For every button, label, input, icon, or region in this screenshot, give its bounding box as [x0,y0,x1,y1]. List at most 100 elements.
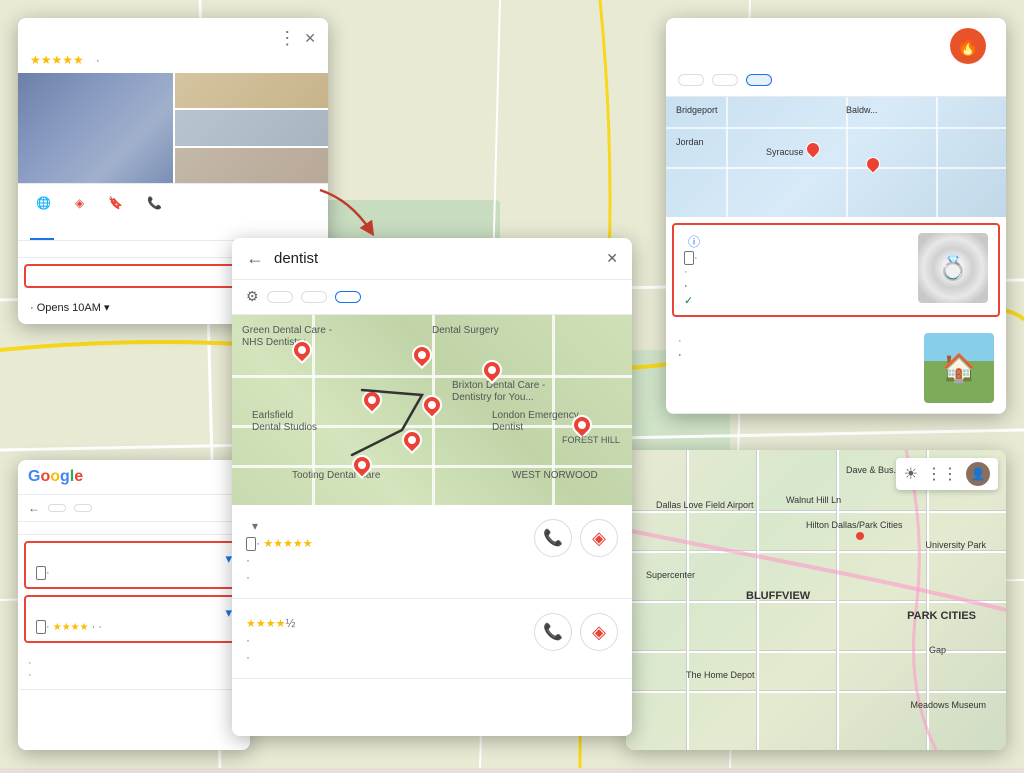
dentist-search-input[interactable] [274,250,596,267]
user-avatar[interactable]: 👤 [966,462,990,486]
call-icon: 📞 [147,196,162,210]
map-label-jordan: Jordan [676,137,704,147]
dal-label-park-cities: PARK CITIES [907,610,976,622]
dentist-map[interactable]: Green Dental Care - NHS Dentistry Dental… [232,315,632,505]
kay-jewelers-meta: · [684,252,908,264]
ad-badge-kay [684,251,694,265]
jewelry-map-inner: Bridgeport Jordan Baldw... Syracuse [666,97,1006,217]
listing2-hours: · [246,650,295,664]
tune-icon[interactable] [246,288,259,306]
kay-jewelers-status: · [684,280,908,292]
verified-icon: ⓘ [688,233,700,250]
listing1-category: · [246,553,313,567]
directions-button-1[interactable]: ◈ [580,519,618,557]
kay-jewelers-photo: 💍 [918,233,988,303]
listing2-actions: 📞 ◈ [534,613,618,651]
more-options-icon[interactable] [278,28,296,49]
dallas-map-pin [856,532,864,540]
house-image [924,333,994,403]
clothing-panel: Google ← · · ★★★★ [18,460,250,750]
clothing-nav-row: ← [18,495,250,522]
call-button[interactable]: 📞 [141,192,172,214]
phone-button-2[interactable]: 📞 [534,613,572,651]
filter-in-stock[interactable] [678,74,704,86]
back-arrow-icon[interactable] [246,248,264,269]
listing-riverside: ★★★★½ · · 📞 ◈ [232,599,632,679]
rating-filter[interactable] [48,504,66,512]
website-icon [36,196,51,210]
dallas-map-bg[interactable]: Dave & Bus... Walnut Hill Ln Hilton Dall… [626,450,1006,750]
filter-top-rated-j[interactable] [746,74,772,86]
oclua-logo-container: 🔥 [950,28,994,64]
listing1-meta: · ★★★★★ [246,536,313,550]
dal-label-love: Dallas Love Field Airport [656,500,754,510]
dal-label-walnut: Walnut Hill Ln [786,495,841,505]
dal-label-bluffview: BLUFFVIEW [746,590,810,602]
johnny-was-name[interactable] [36,551,232,567]
action-bar: ◈ 📞 [18,183,328,222]
macys-ad: · ★★★★ · · [36,621,232,633]
photo-thumb-1 [175,73,328,108]
kay-jewelers-item: ⓘ · · · ✓ 💍 [672,223,1000,317]
kay-jewelers-name[interactable]: ⓘ [684,233,908,250]
dentist-search-bar [232,238,632,280]
save-icon [108,196,123,210]
main-photo [18,73,173,183]
phone-button-1[interactable]: 📞 [534,519,572,557]
kay-in-stock: ✓ [684,294,908,307]
dallas-map-panel: Dave & Bus... Walnut Hill Ln Hilton Dall… [626,450,1006,750]
map-label-baldw: Baldw... [846,105,878,115]
back-nav-icon[interactable]: ← [28,501,40,515]
hours-detail: · Opens 10AM ▾ [30,302,110,314]
filter-top-rated[interactable] [301,291,327,303]
johnny-was-ad: · [36,567,232,579]
star-rating: ★★★★★ [30,53,84,67]
ad-badge-macys [36,620,46,634]
directions-icon: ◈ [75,196,84,210]
dentist-filter-bar [232,280,632,315]
oclua-icon: 🔥 [950,28,986,64]
side-photos [175,73,328,183]
result-johnny-was: · [24,541,244,589]
filter-open-now-j[interactable] [712,74,738,86]
ring-image: 💍 [918,233,988,303]
tab-reviews[interactable] [54,222,78,240]
dal-label-dave: Dave & Bus... [846,465,901,475]
directions-button-2[interactable]: ◈ [580,613,618,651]
photo-thumb-2 [175,110,328,145]
dal-label-meadows: Meadows Museum [910,700,986,710]
macys-name[interactable] [36,605,232,621]
apps-grid-icon[interactable]: ⋮⋮ [926,464,958,484]
kay-jewelers-info: ⓘ · · · ✓ [684,233,908,307]
filter-open-now[interactable] [267,291,293,303]
tab-overview[interactable] [30,222,54,240]
jewelry-filters [666,68,1006,97]
map-label-bridgeport: Bridgeport [676,105,718,115]
listing2-category: · [246,633,295,647]
business-photos[interactable] [18,73,328,183]
jewelry-map[interactable]: Bridgeport Jordan Baldw... Syracuse [666,97,1006,217]
brightness-icon[interactable]: ☀ [904,464,918,484]
jewelry-panel: 🔥 Bridgeport Jordan Baldw... [666,18,1006,414]
directions-button[interactable]: ◈ [69,192,94,214]
filter-more-filters[interactable] [335,291,361,303]
website-button[interactable] [30,192,61,214]
google-logo: Google [28,468,83,486]
jewelry-map-pin-1 [803,139,823,159]
listing1-hours: · [246,570,313,584]
jewelry-map-pin-2 [863,154,883,174]
dal-label-super: Supercenter [646,570,695,580]
hayden-jewelers-status: · [678,349,914,361]
hours-filter[interactable] [74,504,92,512]
hayden-jewelers-photo [924,333,994,403]
photo-thumb-3 [175,148,328,183]
dal-label-hilton: Hilton Dallas/Park Cities [806,520,903,530]
search-clear-icon[interactable] [606,250,618,268]
clothing-search-input[interactable] [91,470,250,485]
listing1-title[interactable]: ▾ [246,519,313,533]
close-icon[interactable] [304,30,316,48]
result-macys-dist: · · [18,649,250,690]
map-label-forest: FOREST HILL [562,435,620,445]
sort-row [18,522,250,535]
save-button[interactable] [102,192,133,214]
